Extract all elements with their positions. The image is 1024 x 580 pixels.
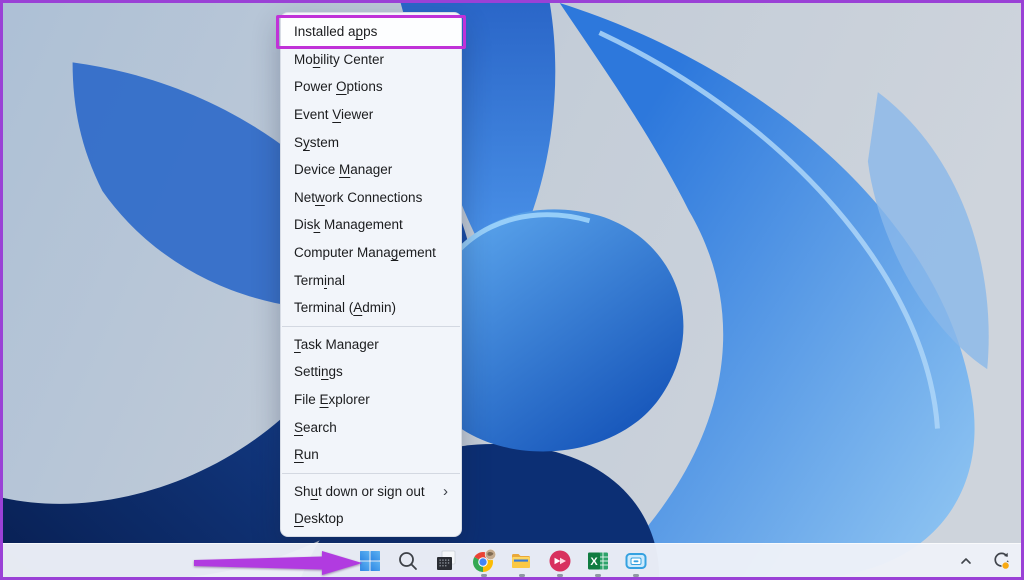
blue-window-app-icon	[624, 549, 648, 573]
dark-window-app-icon	[434, 549, 458, 573]
menu-item-label: Disk Management	[294, 217, 403, 233]
menu-item-network-connections[interactable]: Network Connections	[281, 184, 461, 212]
running-indicator	[632, 574, 639, 577]
menu-item-event-viewer[interactable]: Event Viewer	[281, 101, 461, 129]
menu-item-file-explorer[interactable]: File Explorer	[281, 386, 461, 414]
show-hidden-icons-icon	[958, 553, 974, 569]
menu-item-label: System	[294, 134, 340, 150]
desktop-wallpaper	[3, 3, 1021, 577]
menu-item-label: Device Manager	[294, 162, 393, 178]
menu-item-label: Task Manager	[294, 336, 379, 352]
menu-item-shut-down-or-sign-out[interactable]: Shut down or sign out ›	[281, 478, 461, 506]
menu-item-power-options[interactable]: Power Options	[281, 73, 461, 101]
menu-item-mobility-center[interactable]: Mobility Center	[281, 46, 461, 74]
chrome-icon	[472, 548, 496, 573]
menu-item-task-manager[interactable]: Task Manager	[281, 331, 461, 359]
winx-context-menu: Installed apps Mobility Center Power Optio…	[276, 12, 466, 537]
taskbar-start-button[interactable]	[355, 546, 384, 575]
menu-item-label: Computer Management	[294, 245, 436, 261]
menu-item-terminal[interactable]: Terminal	[281, 266, 461, 294]
search-icon	[396, 549, 420, 573]
running-indicator	[594, 574, 601, 577]
running-indicator	[480, 574, 487, 577]
menu-item-installed-apps[interactable]: Installed apps	[276, 15, 466, 49]
file-explorer-icon	[510, 549, 534, 573]
taskbar-file-explorer-button[interactable]	[507, 546, 536, 577]
taskbar-search-button[interactable]	[393, 546, 422, 575]
taskbar-chrome-button[interactable]	[469, 546, 498, 577]
menu-item-disk-management[interactable]: Disk Management	[281, 211, 461, 239]
system-tray	[956, 544, 1013, 577]
menu-item-label: Network Connections	[294, 189, 423, 205]
start-icon	[358, 549, 382, 573]
tray-show-hidden-icons-button[interactable]	[956, 551, 976, 571]
menu-item-label: Event Viewer	[294, 107, 374, 123]
menu-item-label: Power Options	[294, 79, 383, 95]
menu-item-terminal-admin[interactable]: Terminal (Admin)	[281, 294, 461, 322]
menu-item-label: Search	[294, 419, 337, 435]
menu-item-system[interactable]: System	[281, 128, 461, 156]
taskbar: X	[3, 543, 1021, 577]
running-indicator	[518, 574, 525, 577]
taskbar-icon-group: X	[355, 546, 650, 577]
taskbar-dark-window-app-button[interactable]	[431, 546, 460, 575]
windows-update-icon	[991, 551, 1011, 571]
menu-item-label: Settings	[294, 364, 343, 380]
menu-item-run[interactable]: Run	[281, 441, 461, 469]
excel-icon: X	[586, 549, 610, 573]
red-circle-app-icon	[548, 549, 572, 573]
taskbar-blue-window-app-button[interactable]	[621, 546, 650, 577]
menu-item-label: Terminal (Admin)	[294, 300, 397, 316]
submenu-chevron-icon: ›	[443, 482, 448, 500]
menu-item-label: Installed apps	[294, 24, 378, 40]
menu-item-settings[interactable]: Settings	[281, 358, 461, 386]
menu-item-label: Shut down or sign out	[294, 483, 425, 499]
taskbar-excel-button[interactable]: X	[583, 546, 612, 577]
running-indicator	[556, 574, 563, 577]
menu-item-label: File Explorer	[294, 392, 370, 408]
menu-item-desktop[interactable]: Desktop	[281, 505, 461, 533]
screenshot-frame: Installed apps Mobility Center Power Optio…	[0, 0, 1024, 580]
svg-text:X: X	[590, 556, 598, 568]
bloom-wallpaper-art	[3, 3, 1021, 577]
menu-separator	[282, 325, 460, 327]
tray-windows-update-button[interactable]	[989, 549, 1013, 573]
menu-separator	[282, 472, 460, 474]
menu-item-label: Mobility Center	[294, 51, 385, 67]
menu-item-label: Desktop	[294, 511, 344, 527]
menu-item-device-manager[interactable]: Device Manager	[281, 156, 461, 184]
menu-item-label: Run	[294, 447, 319, 463]
menu-item-search[interactable]: Search	[281, 413, 461, 441]
menu-item-label: Terminal	[294, 272, 346, 288]
taskbar-red-circle-app-button[interactable]	[545, 546, 574, 577]
menu-item-computer-management[interactable]: Computer Management	[281, 239, 461, 267]
